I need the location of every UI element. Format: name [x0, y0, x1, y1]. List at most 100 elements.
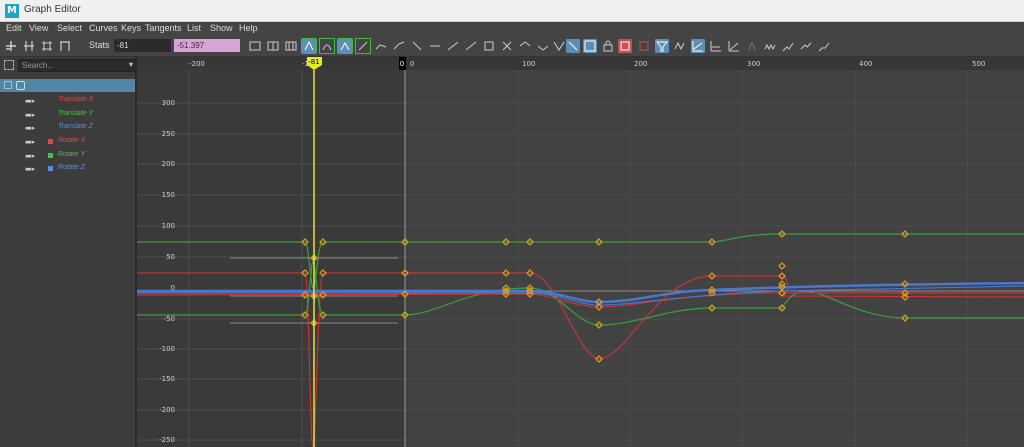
- frame-all-icon[interactable]: [248, 39, 262, 53]
- channel-rotate-z[interactable]: ▬▸ Rotate Z: [0, 162, 135, 175]
- menu-bar: Edit View Select Curves Keys Tangents Li…: [0, 22, 1024, 36]
- x-tick-label: 300: [747, 60, 760, 68]
- square-icon: [48, 139, 53, 144]
- denormalize-icon[interactable]: [536, 39, 550, 53]
- curve-icon: ▬▸: [25, 138, 36, 146]
- object-icon: [16, 81, 25, 90]
- lattice-tool-icon[interactable]: [40, 39, 54, 53]
- x-tick-label: 200: [634, 60, 647, 68]
- spline-tangent-icon[interactable]: [319, 38, 335, 54]
- channel-label: Rotate X: [58, 137, 86, 144]
- menu-select[interactable]: Select: [57, 23, 82, 33]
- normalize-icon[interactable]: [518, 39, 532, 53]
- menu-edit[interactable]: Edit: [6, 23, 22, 33]
- frame-icon[interactable]: [4, 60, 14, 70]
- channel-rotate-y[interactable]: ▬▸ Rotate Y: [0, 149, 135, 162]
- maya-logo-icon: M: [5, 4, 19, 18]
- y-tick-label: 200: [162, 160, 175, 168]
- resampler-icon[interactable]: [673, 39, 687, 53]
- break-tangents-icon[interactable]: [428, 39, 442, 53]
- menu-list[interactable]: List: [187, 23, 201, 33]
- menu-help[interactable]: Help: [239, 23, 258, 33]
- y-tick-label: 100: [162, 222, 175, 230]
- unify-tangents-icon[interactable]: [446, 39, 460, 53]
- value-field[interactable]: -51.397: [174, 39, 240, 52]
- square-icon: [48, 166, 53, 171]
- cycle-offset-icon[interactable]: [781, 39, 795, 53]
- mute-icon[interactable]: [637, 39, 651, 53]
- square-icon: [48, 153, 53, 158]
- y-tick-label: 300: [162, 99, 175, 107]
- y-tick-label: -100: [159, 345, 175, 353]
- pre-infinity-icon[interactable]: [745, 39, 759, 53]
- menu-tangents[interactable]: Tangents: [145, 23, 182, 33]
- y-tick-label: -250: [159, 436, 175, 444]
- menu-view[interactable]: View: [29, 23, 48, 33]
- channel-label: Rotate Z: [58, 164, 85, 171]
- stats-label: Stats: [89, 40, 110, 50]
- lock-icon[interactable]: [601, 39, 615, 53]
- graph-view[interactable]: -200-1000100200300400500 300250200150100…: [137, 57, 1024, 447]
- clamped-tangent-icon[interactable]: [337, 38, 353, 54]
- y-tick-label: 50: [166, 253, 175, 261]
- move-key-tool-icon[interactable]: [4, 39, 18, 53]
- frame-playback-icon[interactable]: [284, 39, 298, 53]
- time-field[interactable]: -81: [114, 39, 171, 52]
- channel-translate-y[interactable]: ▬▸ Translate Y: [0, 108, 135, 121]
- search-input[interactable]: Search... ▾: [18, 59, 140, 72]
- channel-translate-z[interactable]: ▬▸ Translate Z: [0, 121, 135, 134]
- snap-value-icon[interactable]: [552, 39, 566, 53]
- insert-key-tool-icon[interactable]: [22, 39, 36, 53]
- lock-tangent-icon[interactable]: [464, 39, 478, 53]
- buffer-curve-icon[interactable]: [482, 39, 496, 53]
- curve-icon: ▬▸: [25, 111, 36, 119]
- channel-label: Rotate Y: [58, 151, 86, 158]
- curve-icon: ▬▸: [25, 124, 36, 132]
- cycle-icon[interactable]: [763, 39, 777, 53]
- auto-tangent-icon[interactable]: [301, 38, 317, 54]
- graph-canvas[interactable]: -200-1000100200300400500 300250200150100…: [137, 57, 1024, 447]
- chevron-down-icon[interactable]: ▾: [129, 60, 133, 69]
- channel-translate-x[interactable]: ▬▸ Translate X: [0, 94, 135, 107]
- linear-tangent-icon[interactable]: [355, 38, 371, 54]
- snap-time-icon[interactable]: [566, 39, 580, 53]
- expand-icon[interactable]: [4, 81, 12, 89]
- flat-tangent-icon[interactable]: [374, 39, 388, 53]
- channel-label: Translate X: [58, 96, 94, 103]
- x-tick-label: 0: [410, 60, 414, 68]
- menu-curves[interactable]: Curves: [89, 23, 118, 33]
- auto-frame-icon[interactable]: [583, 39, 597, 53]
- x-tick-label: 500: [972, 60, 985, 68]
- window-title: Graph Editor: [24, 4, 81, 15]
- curve-icon: ▬▸: [25, 97, 36, 105]
- step-tangent-icon[interactable]: [392, 39, 406, 53]
- normalized-view-icon[interactable]: [709, 39, 723, 53]
- zero-marker-label: 0: [400, 60, 404, 68]
- x-tick-label: 400: [859, 60, 872, 68]
- post-infinity-icon[interactable]: [817, 39, 831, 53]
- swap-buffer-icon[interactable]: [500, 39, 514, 53]
- record-icon[interactable]: [618, 39, 632, 53]
- filter-icon[interactable]: [655, 39, 669, 53]
- y-tick-label: 250: [162, 130, 175, 138]
- y-tick-label: -50: [164, 315, 175, 323]
- frame-selection-icon[interactable]: [266, 39, 280, 53]
- selected-object-row[interactable]: [0, 79, 135, 92]
- plateau-tangent-icon[interactable]: [410, 39, 424, 53]
- menu-show[interactable]: Show: [210, 23, 233, 33]
- stacked-view-icon[interactable]: [691, 39, 705, 53]
- y-tick-label: -200: [159, 406, 175, 414]
- y-tick-label: -150: [159, 375, 175, 383]
- x-tick-label: -200: [189, 60, 205, 68]
- channel-label: Translate Y: [58, 110, 94, 117]
- current-time-label: -81: [308, 58, 319, 66]
- absolute-view-icon[interactable]: [727, 39, 741, 53]
- window-titlebar: M Graph Editor: [0, 0, 1024, 22]
- oscillate-icon[interactable]: [799, 39, 813, 53]
- channel-label: Translate Z: [58, 123, 93, 130]
- toolbar: Stats -81 -51.397: [0, 36, 1024, 57]
- menu-keys[interactable]: Keys: [121, 23, 141, 33]
- region-tool-icon[interactable]: [58, 39, 72, 53]
- channel-rotate-x[interactable]: ▬▸ Rotate X: [0, 135, 135, 148]
- curve-icon: ▬▸: [25, 165, 36, 173]
